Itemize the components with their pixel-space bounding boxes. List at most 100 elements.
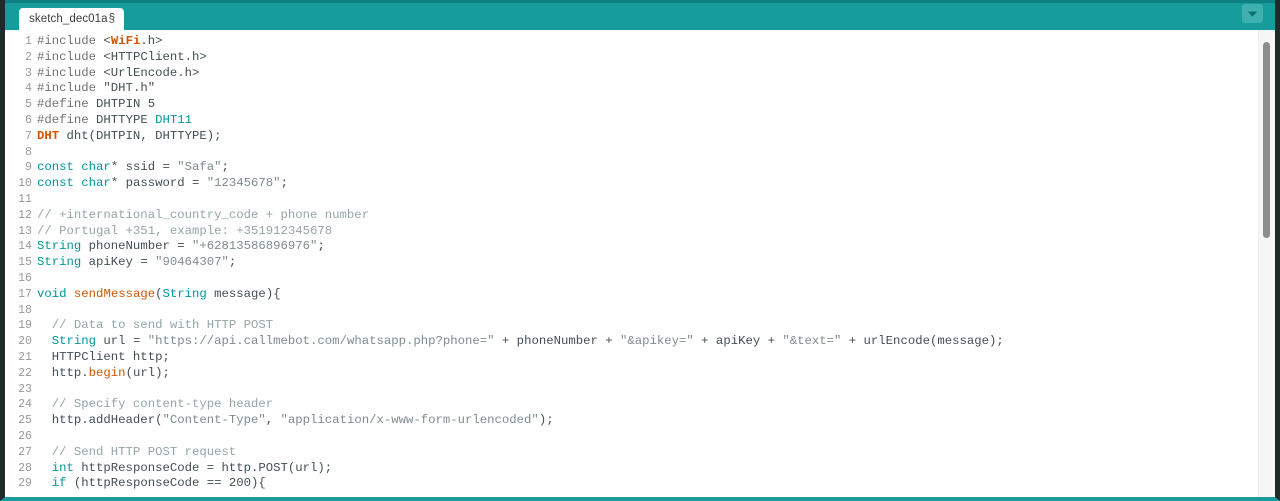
- code-token: (: [155, 286, 163, 301]
- line-content[interactable]: const char* password = "12345678";: [37, 176, 1275, 192]
- code-token: (httpResponseCode == 200){: [66, 476, 266, 491]
- line-content[interactable]: http.addHeader("Content-Type", "applicat…: [37, 413, 1275, 429]
- code-token: "DHT.h": [103, 81, 156, 96]
- editor-scrollbar-thumb[interactable]: [1263, 41, 1270, 238]
- chevron-down-icon: [1247, 10, 1258, 18]
- line-number: 18: [18, 303, 32, 317]
- code-token: dht(DHTPIN, DHTTYPE);: [59, 128, 222, 143]
- code-token: <: [103, 34, 111, 48]
- code-line[interactable]: 22 http.begin(url);: [5, 366, 1275, 382]
- code-line[interactable]: 18: [5, 303, 1275, 319]
- line-number: 1: [25, 35, 32, 48]
- code-line[interactable]: 10 const char* password = "12345678";: [5, 176, 1275, 192]
- code-token: ,: [265, 413, 281, 428]
- line-number: 3: [25, 66, 32, 80]
- code-lines-container[interactable]: 1 #include <WiFi.h> 2 #include <HTTPClient.…: [5, 30, 1275, 492]
- sketch-tab-bar: sketch_dec01a§: [5, 0, 1275, 30]
- line-number: 20: [18, 335, 32, 349]
- code-line[interactable]: 11: [5, 192, 1275, 208]
- line-content[interactable]: if (httpResponseCode == 200){: [37, 476, 1275, 492]
- sketch-tab-label: sketch_dec01a: [29, 13, 108, 25]
- code-line[interactable]: 19 // Data to send with HTTP POST: [5, 318, 1275, 334]
- line-content[interactable]: String apiKey = "90464307";: [37, 255, 1275, 271]
- line-content[interactable]: http.begin(url);: [37, 366, 1275, 382]
- line-content[interactable]: // +international_country_code + phone n…: [37, 208, 1275, 224]
- code-token: + phoneNumber +: [494, 334, 620, 349]
- line-number: 14: [18, 240, 32, 254]
- code-line[interactable]: 13 // Portugal +351, example: +3519123456…: [5, 224, 1275, 240]
- code-token: "https://api.callmebot.com/whatsapp.php?…: [147, 334, 495, 349]
- code-line[interactable]: 12 // +international_country_code + phone…: [5, 208, 1275, 224]
- sketch-tab-active[interactable]: sketch_dec01a§: [19, 8, 125, 30]
- code-line[interactable]: 21 HTTPClient http;: [5, 350, 1275, 366]
- code-token: <HTTPClient.h>: [103, 49, 207, 64]
- line-content[interactable]: #define DHTTYPE DHT11: [37, 113, 1275, 129]
- code-line[interactable]: 25 http.addHeader("Content-Type", "appli…: [5, 413, 1275, 429]
- code-line[interactable]: 15 String apiKey = "90464307";: [5, 255, 1275, 271]
- line-content[interactable]: // Portugal +351, example: +351912345678: [37, 224, 1275, 240]
- editor-vertical-scrollbar[interactable]: [1258, 30, 1275, 497]
- code-line[interactable]: 6 #define DHTTYPE DHT11: [5, 113, 1275, 129]
- code-token: // Specify content-type header: [37, 397, 274, 412]
- code-line[interactable]: 5 #define DHTPIN 5: [5, 97, 1275, 113]
- code-line[interactable]: 7 DHT dht(DHTPIN, DHTTYPE);: [5, 129, 1275, 145]
- code-line[interactable]: 24 // Specify content-type header: [5, 397, 1275, 413]
- code-token: "&apikey=": [620, 334, 694, 349]
- code-token: #define: [37, 112, 97, 127]
- code-line[interactable]: 26: [5, 429, 1275, 445]
- code-line[interactable]: 23: [5, 382, 1275, 398]
- code-line[interactable]: 28 int httpResponseCode = http.POST(url)…: [5, 461, 1275, 477]
- line-content[interactable]: int httpResponseCode = http.POST(url);: [37, 461, 1275, 477]
- line-number: 11: [18, 192, 32, 206]
- code-editor[interactable]: 1 #include <WiFi.h> 2 #include <HTTPClient.…: [5, 30, 1275, 497]
- line-content[interactable]: String phoneNumber = "+62813586896976";: [37, 239, 1275, 255]
- code-token: #define: [37, 97, 97, 112]
- line-content[interactable]: // Data to send with HTTP POST: [37, 318, 1275, 334]
- code-token: DHTPIN 5: [96, 97, 156, 112]
- code-token: ;: [228, 255, 237, 270]
- code-line[interactable]: 3 #include <UrlEncode.h>: [5, 66, 1275, 82]
- line-content[interactable]: #include <WiFi.h>: [37, 34, 1275, 50]
- line-content[interactable]: void sendMessage(String message){: [37, 287, 1275, 303]
- code-token: #include: [37, 49, 104, 64]
- code-token: DHT: [37, 128, 60, 143]
- code-token: #include: [37, 34, 104, 48]
- code-line[interactable]: 14 String phoneNumber = "+62813586896976"…: [5, 239, 1275, 255]
- line-number: 19: [18, 319, 32, 333]
- line-content[interactable]: DHT dht(DHTPIN, DHTTYPE);: [37, 129, 1275, 145]
- line-content[interactable]: #include "DHT.h": [37, 81, 1275, 97]
- code-line[interactable]: 27 // Send HTTP POST request: [5, 445, 1275, 461]
- line-number: 17: [18, 287, 32, 301]
- line-number: 5: [25, 98, 32, 112]
- tab-dropdown-button[interactable]: [1242, 4, 1263, 23]
- line-content[interactable]: #define DHTPIN 5: [37, 97, 1275, 113]
- code-token: .h>: [140, 34, 163, 48]
- line-number: 28: [18, 461, 32, 475]
- code-line[interactable]: 4 #include "DHT.h": [5, 81, 1275, 97]
- code-line[interactable]: 20 String url = "https://api.callmebot.c…: [5, 334, 1275, 350]
- code-token: char: [81, 176, 111, 191]
- line-content[interactable]: #include <UrlEncode.h>: [37, 66, 1275, 82]
- code-token: * password =: [110, 176, 207, 191]
- code-token: int: [51, 460, 74, 475]
- line-content[interactable]: HTTPClient http;: [37, 350, 1275, 366]
- line-number: 10: [18, 177, 32, 191]
- code-line[interactable]: 2 #include <HTTPClient.h>: [5, 50, 1275, 66]
- code-line[interactable]: 16: [5, 271, 1275, 287]
- code-line[interactable]: 1 #include <WiFi.h>: [5, 34, 1275, 50]
- line-content[interactable]: // Send HTTP POST request: [37, 445, 1275, 461]
- code-line[interactable]: 17 void sendMessage(String message){: [5, 287, 1275, 303]
- line-number: 7: [25, 129, 32, 143]
- line-content[interactable]: #include <HTTPClient.h>: [37, 50, 1275, 66]
- code-line[interactable]: 8: [5, 145, 1275, 161]
- code-token: url =: [96, 334, 148, 349]
- code-line[interactable]: 9 const char* ssid = "Safa";: [5, 160, 1275, 176]
- code-line[interactable]: 29 if (httpResponseCode == 200){: [5, 476, 1275, 492]
- line-number: 26: [18, 429, 32, 443]
- line-content[interactable]: // Specify content-type header: [37, 397, 1275, 413]
- code-token: // +international_country_code + phone n…: [37, 207, 370, 222]
- line-content[interactable]: const char* ssid = "Safa";: [37, 160, 1275, 176]
- line-content[interactable]: String url = "https://api.callmebot.com/…: [37, 334, 1275, 350]
- code-token: (url);: [125, 365, 170, 380]
